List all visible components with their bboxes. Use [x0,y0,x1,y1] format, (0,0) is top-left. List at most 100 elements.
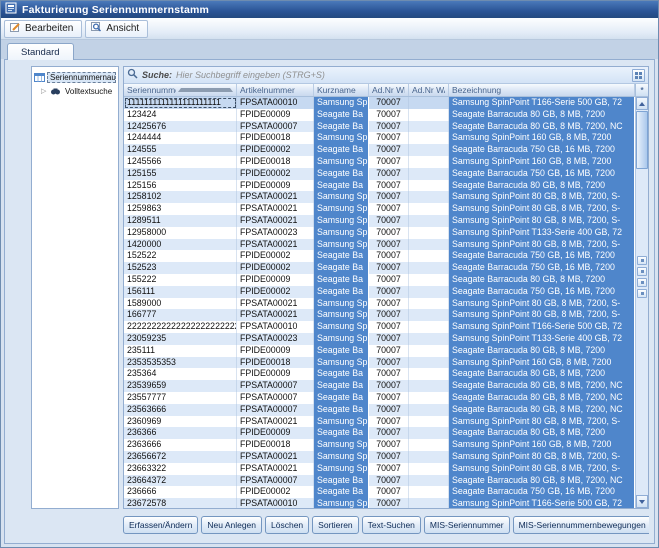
table-row[interactable]: 235364FPIDE00009Seagate Ba70007Seagate B… [124,368,635,380]
table-row[interactable]: 155222FPIDE00009Seagate Ba70007Seagate B… [124,274,635,286]
table-row[interactable]: 236666FPIDE00002Seagate Ba70007Seagate B… [124,486,635,498]
ansicht-button[interactable]: Ansicht [85,20,148,38]
scrollbar-marker-buttons [637,256,647,298]
scroll-marker-button[interactable] [637,278,647,287]
app-window: Fakturierung Seriennummernstamm Bearbeit… [0,0,659,548]
column-header-label: Kurzname [317,85,365,95]
table-row[interactable]: 125155FPIDE00002Seagate Ba70007Seagate B… [124,168,635,180]
table-row[interactable]: 123424FPIDE00009Seagate Ba70007Seagate B… [124,109,635,121]
table-row[interactable]: 124555FPIDE00002Seagate Ba70007Seagate B… [124,144,635,156]
scroll-down-button[interactable] [636,495,648,508]
cell-adnr-we: 70007 [369,298,409,310]
table-row[interactable]: 23539659FPSATA00007Seagate Ba70007Seagat… [124,380,635,392]
table-row[interactable]: 1245566FPIDE00018Samsung Sp70007Samsung … [124,156,635,168]
cell-adnr-we: 70007 [369,262,409,274]
scrollbar-thumb[interactable] [636,111,648,169]
search-options-button[interactable] [632,69,645,82]
text-suchen-button[interactable]: Text-Suchen [362,516,421,534]
cell-bezeichnung: Samsung SpinPoint 160 GB, 8 MB, 7200 [449,357,635,369]
cell-bezeichnung: Samsung SpinPoint T166-Serie 500 GB, 72 [449,498,635,508]
cell-artikelnummer: FPSATA00021 [237,215,314,227]
content-panel: Seriennummernauswahl ▷ Volltextsuche Suc… [4,59,655,544]
cell-seriennummer: 23672578 [124,498,237,508]
tree-item-seriennummernauswahl[interactable]: Seriennummernauswahl [33,70,117,84]
cell-artikelnummer: FPIDE00002 [237,286,314,298]
tab-standard[interactable]: Standard [7,43,74,60]
table-row[interactable]: 156111FPIDE00002Seagate Ba70007Seagate B… [124,286,635,298]
cell-bezeichnung: Samsung SpinPoint 80 GB, 8 MB, 7200, S- [449,215,635,227]
cell-artikelnummer: FPIDE00018 [237,156,314,168]
table-row[interactable]: 2360969FPSATA00021Samsung Sp70007Samsung… [124,416,635,428]
table-row[interactable]: 23672578FPSATA00010Samsung Sp70007Samsun… [124,498,635,508]
table-row[interactable]: 23059235FPSATA00023Samsung Sp70007Samsun… [124,333,635,345]
cell-seriennummer: 12958000 [124,227,237,239]
table-row[interactable]: 23663322FPSATA00021Samsung Sp70007Samsun… [124,463,635,475]
loeschen-button[interactable]: Löschen [265,516,309,534]
cell-bezeichnung: Samsung SpinPoint 80 GB, 8 MB, 7200, S- [449,451,635,463]
grid-icon [34,72,45,83]
scroll-marker-button[interactable] [637,289,647,298]
cell-artikelnummer: FPIDE00009 [237,345,314,357]
table-row[interactable]: 2363666FPIDE00018Samsung Sp70007Samsung … [124,439,635,451]
mis-seriennummer-button[interactable]: MIS-Seriennummer [424,516,510,534]
cell-seriennummer: 124555 [124,144,237,156]
column-header-adnr-we[interactable]: Ad.Nr WE [369,84,409,96]
table-row[interactable]: 23563666FPSATA00007Seagate Ba70007Seagat… [124,404,635,416]
cell-kurzname: Seagate Ba [314,121,369,133]
table-row[interactable]: 1244444FPIDE00018Samsung Sp70007Samsung … [124,132,635,144]
search-placeholder: Hier Suchbegriff eingeben (STRG+S) [176,70,628,80]
cell-kurzname: Seagate Ba [314,404,369,416]
table-row[interactable]: 12425676FPSATA00007Seagate Ba70007Seagat… [124,121,635,133]
table-row[interactable]: 125156FPIDE00009Seagate Ba70007Seagate B… [124,180,635,192]
scroll-up-button[interactable] [636,97,648,110]
table-row[interactable]: 152523FPIDE00002Seagate Ba70007Seagate B… [124,262,635,274]
cell-seriennummer: 1245566 [124,156,237,168]
table-row[interactable]: 236366FPIDE00009Seagate Ba70007Seagate B… [124,427,635,439]
table-row[interactable]: 12958000FPSATA00023Samsung Sp70007Samsun… [124,227,635,239]
app-icon [5,1,17,19]
table-row[interactable]: 23656672FPSATA00021Samsung Sp70007Samsun… [124,451,635,463]
search-input[interactable]: Suche: Hier Suchbegriff eingeben (STRG+S… [124,67,648,84]
tree-item-volltextsuche[interactable]: ▷ Volltextsuche [33,84,117,98]
table-header: Seriennummer ArtikelnummerKurzname Ad.Nr W… [124,84,635,97]
table-row[interactable]: 1289511FPSATA00021Samsung Sp70007Samsung… [124,215,635,227]
table-row[interactable]: 23557777FPSATA00007Seagate Ba70007Seagat… [124,392,635,404]
cell-bezeichnung: Samsung SpinPoint 80 GB, 8 MB, 7200, S- [449,191,635,203]
titlebar[interactable]: Fakturierung Seriennummernstamm [1,1,658,18]
column-chooser-button[interactable]: * [635,84,648,97]
table-row[interactable]: 152522FPIDE00002Seagate Ba70007Seagate B… [124,250,635,262]
expand-arrow-icon[interactable]: ▷ [41,87,48,95]
bearbeiten-button[interactable]: Bearbeiten [4,20,82,38]
mis-seriennummernbewegungen-button[interactable]: MIS-Seriennummernbewegungen [513,516,649,534]
table-row[interactable]: 235111FPIDE00009Seagate Ba70007Seagate B… [124,345,635,357]
table-row[interactable]: 1589000FPSATA00021Samsung Sp70007Samsung… [124,298,635,310]
table-row[interactable]: 2353535353FPIDE00018Samsung Sp70007Samsu… [124,357,635,369]
cell-adnr-we: 70007 [369,439,409,451]
cell-adnr-we: 70007 [369,463,409,475]
scroll-marker-button[interactable] [637,267,647,276]
neu-anlegen-button[interactable]: Neu Anlegen [201,516,262,534]
table-row[interactable]: 1420000FPSATA00021Samsung Sp70007Samsung… [124,239,635,251]
table-row[interactable]: 22222222222222222222222FPSATA00010Samsun… [124,321,635,333]
table-row[interactable]: 1111111111111111111111FPSATA00010Samsung… [124,97,635,109]
scroll-marker-button[interactable] [637,256,647,265]
erfassen-aendern-button[interactable]: Erfassen/Ändern [123,516,198,534]
scrollbar-track[interactable] [636,110,648,495]
column-header-seriennummer[interactable]: Seriennummer [124,84,237,96]
cell-bezeichnung: Seagate Barracuda 80 GB, 8 MB, 7200, NC [449,121,635,133]
vertical-scrollbar[interactable] [635,97,648,508]
cell-adnr-wa [409,463,449,475]
table-row[interactable]: 1258102FPSATA00021Samsung Sp70007Samsung… [124,191,635,203]
table-row[interactable]: 1259863FPSATA00021Samsung Sp70007Samsung… [124,203,635,215]
table-row[interactable]: 23664372FPSATA00007Seagate Ba70007Seagat… [124,475,635,487]
column-header-label: Seriennummer [127,85,176,95]
column-header-artikelnummer[interactable]: Artikelnummer [237,84,314,96]
column-header-bezeichnung[interactable]: Bezeichnung [449,84,635,96]
cell-adnr-we: 70007 [369,486,409,498]
column-header-kurzname[interactable]: Kurzname [314,84,369,96]
table-row[interactable]: 166777FPSATA00021Samsung Sp70007Samsung … [124,309,635,321]
sortieren-button[interactable]: Sortieren [312,516,359,534]
column-header-adnr-wa[interactable]: Ad.Nr WA [409,84,449,96]
cell-artikelnummer: FPSATA00007 [237,475,314,487]
cell-adnr-wa [409,309,449,321]
